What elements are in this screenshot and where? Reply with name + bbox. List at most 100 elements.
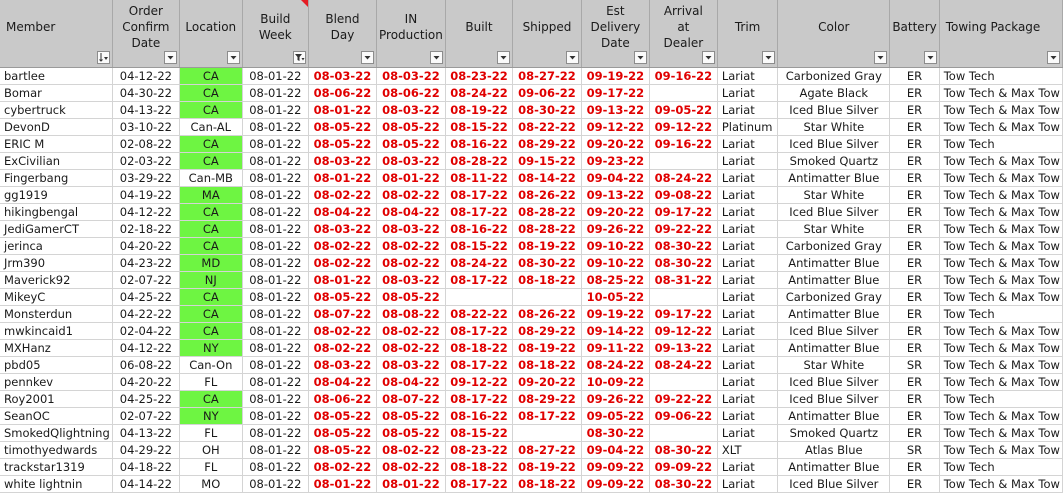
cell-towing[interactable]: Tow Tech (939, 390, 1063, 408)
cell-color[interactable]: Iced Blue Silver (777, 203, 891, 221)
cell-est-delivery[interactable]: 08-24-22 (581, 356, 650, 374)
cell-build-week[interactable]: 08-01-22 (242, 67, 309, 85)
cell-location[interactable]: CA (179, 220, 243, 238)
cell-order-confirm[interactable]: 04-14-22 (112, 475, 180, 493)
cell-order-confirm[interactable]: 04-20-22 (112, 373, 180, 391)
cell-member[interactable]: Fingerbang (0, 169, 113, 187)
cell-towing[interactable]: Tow Tech & Max Tow (939, 220, 1063, 238)
cell-trim[interactable]: Lariat (717, 271, 779, 289)
cell-built[interactable]: 08-17-22 (445, 475, 514, 493)
cell-arrival[interactable] (649, 84, 718, 102)
cell-est-delivery[interactable]: 09-04-22 (581, 441, 650, 459)
cell-build-week[interactable]: 08-01-22 (242, 186, 309, 204)
cell-location[interactable]: CA (179, 237, 243, 255)
cell-battery[interactable]: ER (889, 271, 940, 289)
cell-location[interactable]: NY (179, 407, 243, 425)
cell-member[interactable]: Jrm390 (0, 254, 113, 272)
cell-trim[interactable]: Lariat (717, 288, 779, 306)
cell-member[interactable]: trackstar1319 (0, 458, 113, 476)
cell-trim[interactable]: Lariat (717, 475, 779, 493)
cell-trim[interactable]: Lariat (717, 237, 779, 255)
cell-color[interactable]: Antimatter Blue (777, 254, 891, 272)
cell-trim[interactable]: Lariat (717, 203, 779, 221)
cell-shipped[interactable]: 08-19-22 (512, 458, 582, 476)
cell-built[interactable]: 08-22-22 (445, 305, 514, 323)
cell-in-production[interactable]: 08-03-22 (376, 67, 446, 85)
cell-in-production[interactable]: 08-01-22 (376, 475, 446, 493)
cell-shipped[interactable]: 09-06-22 (512, 84, 582, 102)
cell-color[interactable]: Star White (777, 220, 891, 238)
cell-built[interactable]: 08-18-22 (445, 458, 514, 476)
cell-shipped[interactable]: 08-26-22 (512, 186, 582, 204)
cell-shipped[interactable]: 08-17-22 (512, 407, 582, 425)
cell-towing[interactable]: Tow Tech & Max Tow (939, 424, 1063, 442)
cell-battery[interactable]: ER (889, 254, 940, 272)
cell-blend-day[interactable]: 08-05-22 (308, 441, 377, 459)
cell-battery[interactable]: SR (889, 356, 940, 374)
cell-battery[interactable]: ER (889, 288, 940, 306)
cell-in-production[interactable]: 08-02-22 (376, 322, 446, 340)
cell-blend-day[interactable]: 08-02-22 (308, 322, 377, 340)
cell-arrival[interactable]: 08-24-22 (649, 356, 718, 374)
cell-location[interactable]: Can-AL (179, 118, 243, 136)
cell-towing[interactable]: Tow Tech & Max Tow (939, 237, 1063, 255)
cell-location[interactable]: NJ (179, 271, 243, 289)
cell-arrival[interactable]: 08-30-22 (649, 475, 718, 493)
cell-location[interactable]: CA (179, 84, 243, 102)
cell-in-production[interactable]: 08-04-22 (376, 203, 446, 221)
cell-order-confirm[interactable]: 04-22-22 (112, 305, 180, 323)
cell-towing[interactable]: Tow Tech & Max Tow (939, 339, 1063, 357)
cell-towing[interactable]: Tow Tech & Max Tow (939, 152, 1063, 170)
cell-color[interactable]: Iced Blue Silver (777, 101, 891, 119)
cell-in-production[interactable]: 08-05-22 (376, 407, 446, 425)
cell-battery[interactable]: SR (889, 441, 940, 459)
cell-in-production[interactable]: 08-01-22 (376, 169, 446, 187)
cell-towing[interactable]: Tow Tech (939, 135, 1063, 153)
cell-member[interactable]: mwkincaid1 (0, 322, 113, 340)
cell-trim[interactable]: Lariat (717, 220, 779, 238)
cell-towing[interactable]: Tow Tech & Max Tow (939, 288, 1063, 306)
cell-build-week[interactable]: 08-01-22 (242, 441, 309, 459)
cell-shipped[interactable]: 08-28-22 (512, 220, 582, 238)
cell-in-production[interactable]: 08-02-22 (376, 458, 446, 476)
cell-est-delivery[interactable]: 09-17-22 (581, 84, 650, 102)
cell-arrival[interactable]: 09-05-22 (649, 101, 718, 119)
cell-built[interactable]: 08-23-22 (445, 67, 514, 85)
cell-battery[interactable]: ER (889, 322, 940, 340)
cell-blend-day[interactable]: 08-03-22 (308, 220, 377, 238)
cell-battery[interactable]: ER (889, 203, 940, 221)
cell-shipped[interactable] (512, 288, 582, 306)
cell-trim[interactable]: Lariat (717, 169, 779, 187)
cell-location[interactable]: CA (179, 67, 243, 85)
cell-blend-day[interactable]: 08-05-22 (308, 135, 377, 153)
cell-blend-day[interactable]: 08-01-22 (308, 475, 377, 493)
cell-member[interactable]: Monsterdun (0, 305, 113, 323)
cell-in-production[interactable]: 08-03-22 (376, 152, 446, 170)
cell-built[interactable]: 08-24-22 (445, 84, 514, 102)
cell-in-production[interactable]: 08-05-22 (376, 135, 446, 153)
cell-location[interactable]: OH (179, 441, 243, 459)
cell-towing[interactable]: Tow Tech & Max Tow (939, 186, 1063, 204)
cell-color[interactable]: Antimatter Blue (777, 339, 891, 357)
cell-battery[interactable]: ER (889, 339, 940, 357)
cell-order-confirm[interactable]: 03-10-22 (112, 118, 180, 136)
cell-towing[interactable]: Tow Tech (939, 67, 1063, 85)
cell-battery[interactable]: ER (889, 237, 940, 255)
cell-trim[interactable]: Lariat (717, 424, 779, 442)
cell-order-confirm[interactable]: 04-19-22 (112, 186, 180, 204)
cell-color[interactable]: Antimatter Blue (777, 407, 891, 425)
cell-order-confirm[interactable]: 02-03-22 (112, 152, 180, 170)
cell-color[interactable]: Antimatter Blue (777, 271, 891, 289)
cell-arrival[interactable] (649, 373, 718, 391)
cell-shipped[interactable]: 09-15-22 (512, 152, 582, 170)
filter-dropdown-button[interactable] (96, 51, 110, 64)
cell-trim[interactable]: Lariat (717, 67, 779, 85)
cell-color[interactable]: Agate Black (777, 84, 891, 102)
cell-member[interactable]: cybertruck (0, 101, 113, 119)
filter-dropdown-button[interactable] (874, 51, 888, 64)
cell-trim[interactable]: Lariat (717, 101, 779, 119)
cell-color[interactable]: Star White (777, 186, 891, 204)
cell-location[interactable]: CA (179, 305, 243, 323)
cell-est-delivery[interactable]: 09-20-22 (581, 203, 650, 221)
cell-battery[interactable]: ER (889, 101, 940, 119)
